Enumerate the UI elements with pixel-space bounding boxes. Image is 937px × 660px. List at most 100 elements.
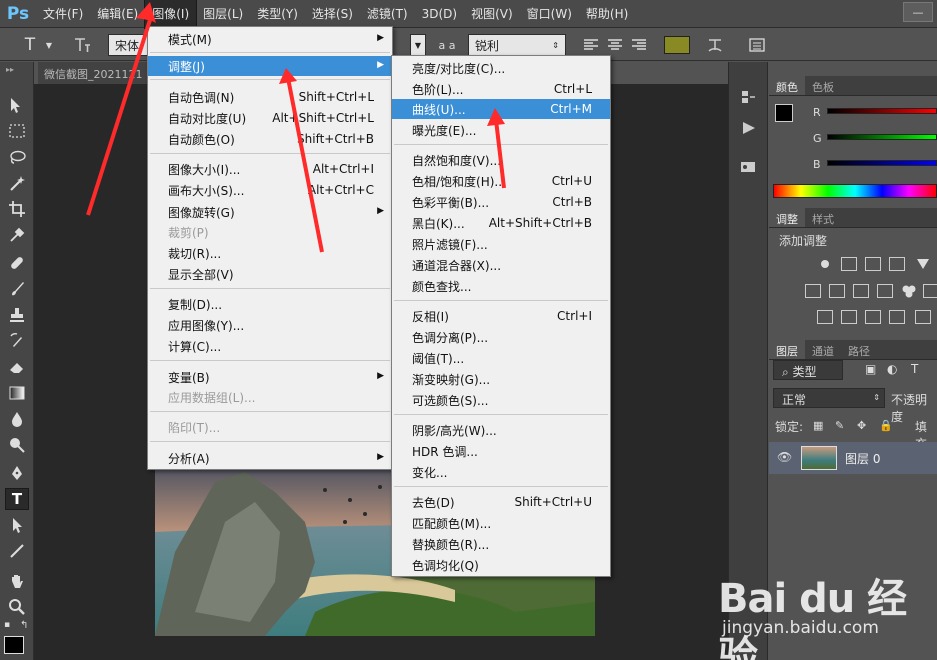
magic-wand-tool-icon[interactable] — [5, 172, 29, 194]
filter-type-icon[interactable]: T — [911, 362, 918, 376]
menu-image[interactable]: 图像(I) — [144, 0, 198, 29]
dodge-tool-icon[interactable] — [5, 434, 29, 456]
play-action-icon[interactable] — [741, 120, 757, 136]
adjust-item-posterize[interactable]: 色调分离(P)... — [392, 327, 610, 347]
warp-text-icon[interactable] — [704, 34, 726, 56]
eyedropper-tool-icon[interactable] — [5, 224, 29, 246]
adjust-item-shadows-highlights[interactable]: 阴影/高光(W)... — [392, 420, 610, 440]
move-tool-icon[interactable] — [5, 94, 29, 116]
balance-adjust-icon[interactable] — [829, 284, 845, 298]
adjust-item-replace-color[interactable]: 替换颜色(R)... — [392, 534, 610, 554]
hue-adjust-icon[interactable] — [805, 284, 821, 298]
image-menu-item-auto-contrast[interactable]: 自动对比度(U) Alt+Shift+Ctrl+L — [148, 108, 392, 128]
threshold-adjust-icon[interactable] — [865, 310, 881, 324]
adjust-item-color-lookup[interactable]: 颜色查找... — [392, 276, 610, 296]
align-left-icon[interactable] — [580, 34, 602, 56]
curves-adjust-icon[interactable] — [865, 257, 881, 271]
image-menu-item-reveal-all[interactable]: 显示全部(V) — [148, 264, 392, 284]
lock-brush-icon[interactable]: ✎ — [835, 419, 844, 432]
adjust-item-invert[interactable]: 反相(I) Ctrl+I — [392, 306, 610, 326]
type-tool-selected-icon[interactable]: T — [5, 488, 29, 510]
adjust-item-gradient-map[interactable]: 渐变映射(G)... — [392, 369, 610, 389]
brightness-adjust-icon[interactable] — [817, 257, 833, 271]
history-panel-icon[interactable] — [739, 88, 757, 106]
tab-channels[interactable]: 通道 — [805, 340, 841, 359]
adjust-item-vibrance[interactable]: 自然饱和度(V)... — [392, 150, 610, 170]
invert-adjust-icon[interactable] — [817, 310, 833, 324]
swap-colors-icon[interactable]: ↰ — [20, 620, 28, 631]
image-menu-item-calculations[interactable]: 计算(C)... — [148, 336, 392, 356]
vibrance-adjust-icon[interactable] — [915, 257, 931, 271]
image-menu-item-apply-image[interactable]: 应用图像(Y)... — [148, 315, 392, 335]
tab-adjustments[interactable]: 调整 — [769, 208, 805, 227]
adjust-item-threshold[interactable]: 阈值(T)... — [392, 348, 610, 368]
selective-color-adjust-icon[interactable] — [915, 310, 931, 324]
photo-filter-adjust-icon[interactable] — [877, 284, 893, 298]
brush-tool-icon[interactable] — [5, 278, 29, 300]
gradient-map-adjust-icon[interactable] — [889, 310, 905, 324]
menu-view[interactable]: 视图(V) — [464, 0, 520, 28]
default-colors-icon[interactable]: ▪ — [4, 620, 10, 630]
type-tool-icon[interactable]: T — [16, 34, 44, 56]
character-panel-icon[interactable] — [746, 34, 768, 56]
line-tool-icon[interactable] — [5, 540, 29, 562]
document-tab[interactable]: 微信截图_2021121 — [38, 62, 148, 84]
adjust-item-selective-color[interactable]: 可选颜色(S)... — [392, 390, 610, 410]
history-brush-tool-icon[interactable] — [5, 330, 29, 352]
text-orientation-icon[interactable] — [70, 34, 94, 56]
mixer-adjust-icon[interactable] — [901, 284, 917, 298]
menu-select[interactable]: 选择(S) — [305, 0, 360, 28]
color-spectrum[interactable] — [773, 184, 937, 198]
adjust-item-variations[interactable]: 变化... — [392, 462, 610, 482]
align-right-icon[interactable] — [628, 34, 650, 56]
menu-filter[interactable]: 滤镜(T) — [360, 0, 415, 28]
image-menu-item-variables[interactable]: 变量(B) ▶ — [148, 367, 392, 387]
bw-adjust-icon[interactable] — [853, 284, 869, 298]
font-size-dropdown-icon[interactable]: ▼ — [410, 34, 426, 56]
minimize-button[interactable]: — — [903, 2, 933, 22]
menu-edit[interactable]: 编辑(E) — [90, 0, 145, 28]
healing-brush-tool-icon[interactable] — [5, 252, 29, 274]
font-family-field[interactable]: 宋体 — [108, 34, 150, 56]
hand-tool-icon[interactable] — [5, 570, 29, 592]
color-foreground-swatch[interactable] — [775, 104, 793, 122]
adjust-item-hue-saturation[interactable]: 色相/饱和度(H)... Ctrl+U — [392, 171, 610, 191]
adjust-item-brightness-contrast[interactable]: 亮度/对比度(C)... — [392, 58, 610, 78]
lasso-tool-icon[interactable] — [5, 146, 29, 168]
filter-adjust-icon[interactable]: ◐ — [887, 362, 897, 376]
gradient-tool-icon[interactable] — [5, 382, 29, 404]
tab-paths[interactable]: 路径 — [841, 340, 877, 359]
menu-type[interactable]: 类型(Y) — [250, 0, 305, 28]
lock-all-icon[interactable]: 🔒 — [879, 419, 893, 432]
marquee-tool-icon[interactable] — [5, 120, 29, 142]
adjust-item-channel-mixer[interactable]: 通道混合器(X)... — [392, 255, 610, 275]
image-menu-item-auto-tone[interactable]: 自动色调(N) Shift+Ctrl+L — [148, 87, 392, 107]
tab-styles[interactable]: 样式 — [805, 208, 841, 227]
image-menu-item-mode[interactable]: 模式(M) ▶ — [148, 29, 392, 49]
adjust-item-hdr-toning[interactable]: HDR 色调... — [392, 441, 610, 461]
adjust-item-photo-filter[interactable]: 照片滤镜(F)... — [392, 234, 610, 254]
image-menu-item-rotate[interactable]: 图像旋转(G) ▶ — [148, 202, 392, 222]
image-menu-item-image-size[interactable]: 图像大小(I)... Alt+Ctrl+I — [148, 159, 392, 179]
posterize-adjust-icon[interactable] — [841, 310, 857, 324]
adjust-item-desaturate[interactable]: 去色(D) Shift+Ctrl+U — [392, 492, 610, 512]
image-menu-item-analysis[interactable]: 分析(A) ▶ — [148, 448, 392, 468]
levels-adjust-icon[interactable] — [841, 257, 857, 271]
layer-visibility-eye-icon[interactable]: 👁 — [777, 450, 792, 464]
zoom-tool-icon[interactable] — [5, 596, 29, 618]
exposure-adjust-icon[interactable] — [889, 257, 905, 271]
lock-pixels-icon[interactable]: ▦ — [813, 419, 823, 432]
adjust-item-exposure[interactable]: 曝光度(E)... — [392, 120, 610, 140]
image-menu-item-adjust[interactable]: 调整(J) ▶ — [148, 56, 392, 76]
adjust-item-black-white[interactable]: 黑白(K)... Alt+Shift+Ctrl+B — [392, 213, 610, 233]
layer-filter-dropdown[interactable]: ⌕ 类型 — [773, 360, 843, 380]
eraser-tool-icon[interactable] — [5, 356, 29, 378]
collapse-icon[interactable]: ▸▸ — [6, 65, 14, 74]
menu-window[interactable]: 窗口(W) — [520, 0, 579, 28]
lookup-adjust-icon[interactable] — [923, 284, 937, 298]
red-slider[interactable] — [827, 108, 937, 114]
adjust-item-curves[interactable]: 曲线(U)... Ctrl+M — [392, 99, 610, 119]
align-center-icon[interactable] — [604, 34, 626, 56]
stamp-tool-icon[interactable] — [5, 304, 29, 326]
adjust-item-equalize[interactable]: 色调均化(Q) — [392, 555, 610, 575]
